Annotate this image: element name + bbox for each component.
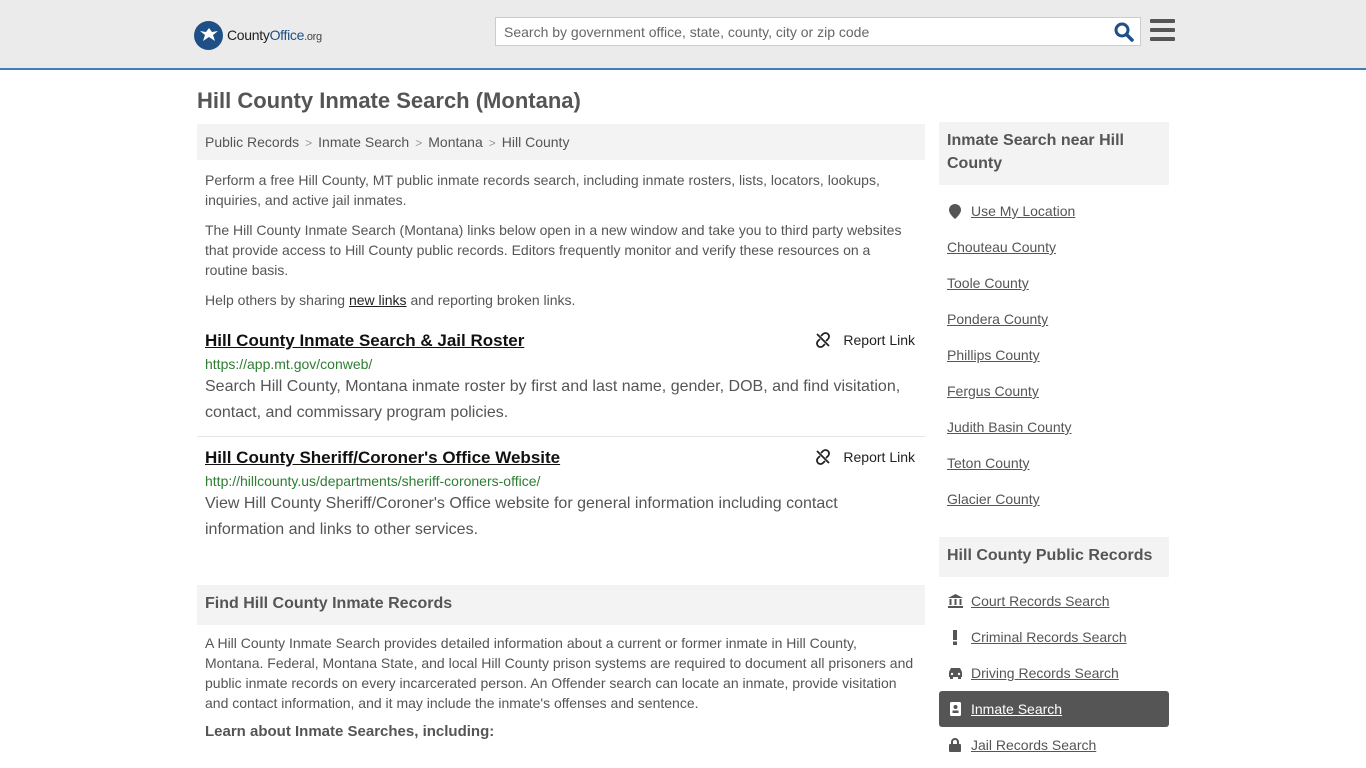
site-logo[interactable]: CountyOffice.org: [194, 20, 322, 50]
broken-link-icon: [816, 449, 831, 465]
records-link[interactable]: Driving Records Search: [971, 665, 1119, 681]
intro-text-after: and reporting broken links.: [406, 292, 576, 308]
records-item-inmate-active[interactable]: Inmate Search: [939, 691, 1169, 727]
report-link-button[interactable]: Report Link: [815, 332, 915, 348]
nearby-link[interactable]: Phillips County: [947, 347, 1040, 363]
logo-text-tld: .org: [304, 31, 322, 43]
nearby-item[interactable]: Pondera County: [939, 301, 1169, 337]
nearby-link[interactable]: Pondera County: [947, 311, 1048, 327]
intro-section: Perform a free Hill County, MT public in…: [197, 170, 925, 310]
breadcrumb-link-hill-county[interactable]: Hill County: [502, 134, 570, 150]
nearby-item[interactable]: Judith Basin County: [939, 409, 1169, 445]
breadcrumb-link-montana[interactable]: Montana: [428, 134, 482, 150]
nearby-item[interactable]: Glacier County: [939, 481, 1169, 517]
breadcrumb-separator: >: [488, 136, 496, 150]
breadcrumb-link-public-records[interactable]: Public Records: [205, 134, 299, 150]
result-description: Search Hill County, Montana inmate roste…: [205, 378, 901, 421]
nearby-link[interactable]: Use My Location: [971, 203, 1075, 219]
find-records-text: A Hill County Inmate Search provides det…: [205, 635, 914, 711]
report-link-label: Report Link: [843, 449, 915, 465]
records-item-jail[interactable]: Jail Records Search: [939, 727, 1169, 763]
result-title-link[interactable]: Hill County Inmate Search & Jail Roster: [205, 330, 524, 352]
result-description: View Hill County Sheriff/Coroner's Offic…: [205, 495, 838, 538]
nearby-item-use-my-location[interactable]: Use My Location: [939, 193, 1169, 229]
nearby-link[interactable]: Fergus County: [947, 383, 1039, 399]
breadcrumb-link-inmate-search[interactable]: Inmate Search: [318, 134, 409, 150]
broken-link-icon: [816, 332, 831, 348]
search-icon[interactable]: [1114, 22, 1134, 42]
intro-paragraph-2: The Hill County Inmate Search (Montana) …: [205, 222, 902, 278]
result-item: Hill County Sheriff/Coroner's Office Web…: [197, 447, 925, 543]
result-title-link[interactable]: Hill County Sheriff/Coroner's Office Web…: [205, 447, 560, 469]
logo-text: CountyOffice.org: [227, 27, 322, 43]
nearby-item[interactable]: Teton County: [939, 445, 1169, 481]
sidebar: Inmate Search near Hill County Use My Lo…: [939, 122, 1169, 763]
inmate-badge-icon: [947, 702, 963, 716]
courthouse-icon: [947, 594, 963, 608]
nearby-link[interactable]: Judith Basin County: [947, 419, 1072, 435]
breadcrumb: Public Records > Inmate Search > Montana > Hil…: [197, 124, 925, 160]
result-url: http://hillcounty.us/departments/sheriff…: [205, 473, 541, 489]
nearby-link[interactable]: Toole County: [947, 275, 1029, 291]
records-link[interactable]: Inmate Search: [971, 701, 1062, 717]
page-title: Hill County Inmate Search (Montana): [197, 88, 581, 113]
nearby-item[interactable]: Fergus County: [939, 373, 1169, 409]
nearby-item[interactable]: Phillips County: [939, 337, 1169, 373]
logo-text-prefix: County: [227, 27, 270, 43]
nearby-heading: Inmate Search near Hill County: [939, 122, 1169, 185]
intro-paragraph-3: Help others by sharing new links and rep…: [197, 290, 925, 310]
report-link-label: Report Link: [843, 332, 915, 348]
records-link[interactable]: Criminal Records Search: [971, 629, 1127, 645]
logo-text-brand: Office: [269, 27, 305, 43]
main-content: Public Records > Inmate Search > Montana > Hil…: [197, 124, 925, 740]
nearby-item[interactable]: Chouteau County: [939, 229, 1169, 265]
records-item-court[interactable]: Court Records Search: [939, 583, 1169, 619]
result-item: Hill County Inmate Search & Jail Roster …: [197, 330, 925, 437]
records-item-driving[interactable]: Driving Records Search: [939, 655, 1169, 691]
exclamation-icon: [947, 629, 963, 645]
intro-paragraph-1: Perform a free Hill County, MT public in…: [205, 172, 880, 208]
hamburger-menu-icon[interactable]: [1150, 19, 1175, 41]
top-header-bar: CountyOffice.org: [0, 0, 1366, 70]
location-pin-icon: [947, 203, 963, 219]
breadcrumb-separator: >: [305, 136, 313, 150]
intro-text-before: Help others by sharing: [205, 292, 349, 308]
learn-heading: Learn about Inmate Searches, including:: [205, 723, 495, 740]
lock-icon: [947, 738, 963, 752]
nearby-link[interactable]: Glacier County: [947, 491, 1040, 507]
records-link[interactable]: Court Records Search: [971, 593, 1110, 609]
public-records-heading: Hill County Public Records: [939, 537, 1169, 577]
records-item-criminal[interactable]: Criminal Records Search: [939, 619, 1169, 655]
records-link[interactable]: Jail Records Search: [971, 737, 1096, 753]
public-records-list: Court Records Search Criminal Records Se…: [939, 583, 1169, 763]
logo-eagle-icon: [194, 20, 223, 50]
report-link-button[interactable]: Report Link: [815, 449, 915, 465]
new-links-link[interactable]: new links: [349, 292, 407, 308]
nearby-item[interactable]: Toole County: [939, 265, 1169, 301]
breadcrumb-separator: >: [415, 136, 423, 150]
car-icon: [947, 667, 963, 679]
result-url: https://app.mt.gov/conweb/: [205, 356, 373, 372]
nearby-link[interactable]: Chouteau County: [947, 239, 1056, 255]
site-search: [495, 17, 1141, 46]
find-records-heading: Find Hill County Inmate Records: [197, 585, 925, 625]
search-input[interactable]: [496, 18, 1096, 45]
nearby-link[interactable]: Teton County: [947, 455, 1030, 471]
nearby-list: Use My Location Chouteau County Toole Co…: [939, 193, 1169, 517]
